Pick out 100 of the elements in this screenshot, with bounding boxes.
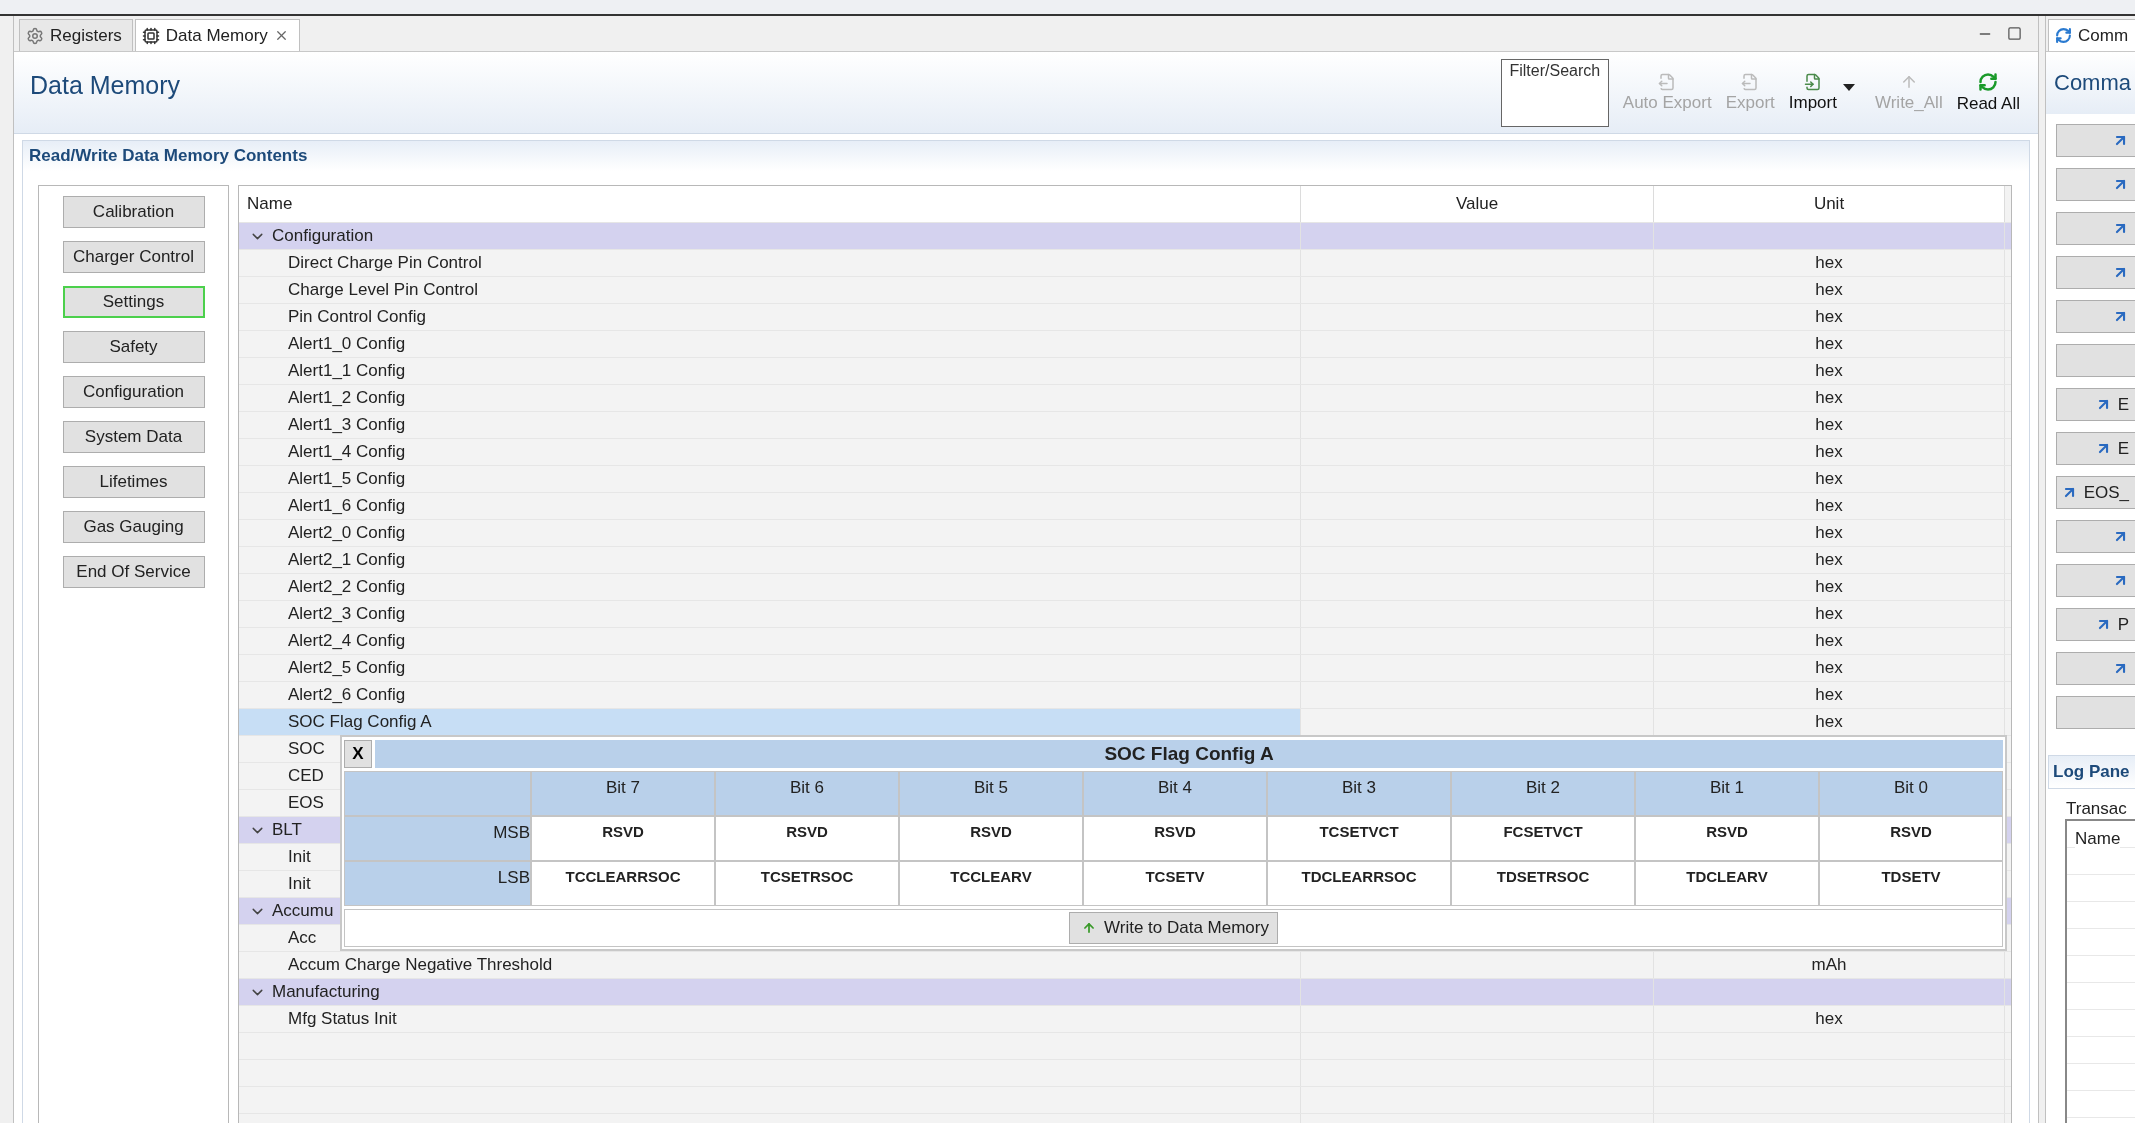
- command-button[interactable]: [2056, 124, 2135, 157]
- category-button[interactable]: Safety: [62, 331, 205, 363]
- bit-header: Bit 6: [716, 772, 898, 815]
- command-button[interactable]: [2056, 344, 2135, 377]
- table-cell[interactable]: Alert1_3 Config: [239, 412, 1301, 438]
- table-cell[interactable]: Alert1_6 Config: [239, 493, 1301, 519]
- category-button[interactable]: Charger Control: [62, 241, 205, 273]
- table-cell[interactable]: Accum Charge Negative Threshold: [239, 952, 1301, 978]
- table-cell[interactable]: Alert1_4 Config: [239, 439, 1301, 465]
- column-header[interactable]: Name: [239, 186, 1301, 222]
- chip-icon: [141, 26, 160, 45]
- toolbar-button[interactable]: Import: [1784, 72, 1841, 113]
- panel-tab[interactable]: Comm: [2048, 19, 2135, 51]
- bit-cell[interactable]: FCSETVCT: [1452, 817, 1634, 860]
- bit-cell[interactable]: RSVD: [532, 817, 714, 860]
- table-cell[interactable]: Alert1_0 Config: [239, 331, 1301, 357]
- close-button[interactable]: X: [344, 740, 372, 768]
- command-button[interactable]: [2056, 652, 2135, 685]
- table-cell[interactable]: Mfg Status Init: [239, 1006, 1301, 1032]
- table-cell: hex: [1654, 493, 2005, 519]
- category-button[interactable]: End Of Service: [62, 556, 205, 588]
- table-cell[interactable]: Pin Control Config: [239, 304, 1301, 330]
- table-cell: mAh: [1654, 952, 2005, 978]
- table-cell: hex: [1654, 331, 2005, 357]
- column-header[interactable]: Value: [1301, 186, 1654, 222]
- table-cell[interactable]: Alert1_5 Config: [239, 466, 1301, 492]
- filter-field[interactable]: Filter/Search: [1500, 58, 1609, 127]
- table-cell[interactable]: Alert2_5 Config: [239, 655, 1301, 681]
- bit-cell[interactable]: TDSETRSOC: [1452, 862, 1634, 905]
- command-button[interactable]: P: [2056, 608, 2135, 641]
- bit-cell[interactable]: RSVD: [716, 817, 898, 860]
- table-cell: hex: [1654, 304, 2005, 330]
- table-cell: hex: [1654, 601, 2005, 627]
- editor-tab[interactable]: Data Memory: [134, 19, 300, 51]
- bit-cell[interactable]: RSVD: [900, 817, 1082, 860]
- toolbar-button[interactable]: Read All: [1952, 71, 2024, 114]
- bit-cell[interactable]: TDCLEARRSOC: [1268, 862, 1450, 905]
- table-cell[interactable]: Alert2_4 Config: [239, 628, 1301, 654]
- table-cell[interactable]: Alert1_2 Config: [239, 385, 1301, 411]
- command-button[interactable]: [2056, 696, 2135, 729]
- group-row[interactable]: Manufacturing: [239, 979, 2011, 1006]
- bit-header: Bit 1: [1636, 772, 1818, 815]
- table-cell: hex: [1654, 520, 2005, 546]
- command-button[interactable]: E: [2056, 388, 2135, 421]
- bit-header: Bit 7: [532, 772, 714, 815]
- bit-cell[interactable]: TCCLEARRSOC: [532, 862, 714, 905]
- command-button[interactable]: [2056, 520, 2135, 553]
- table-cell[interactable]: Alert2_6 Config: [239, 682, 1301, 708]
- command-button[interactable]: [2056, 256, 2135, 289]
- bit-cell[interactable]: RSVD: [1820, 817, 2002, 860]
- bit-cell[interactable]: TCSETRSOC: [716, 862, 898, 905]
- command-button[interactable]: [2056, 300, 2135, 333]
- table-cell: hex: [1654, 412, 2005, 438]
- bit-header: Bit 0: [1820, 772, 2002, 815]
- export-icon: [1658, 72, 1677, 91]
- bit-cell[interactable]: TCSETV: [1084, 862, 1266, 905]
- bit-cell[interactable]: TDCLEARV: [1636, 862, 1818, 905]
- column-header[interactable]: Unit: [1654, 186, 2005, 222]
- bit-cell[interactable]: TDSETV: [1820, 862, 2002, 905]
- category-button[interactable]: Configuration: [62, 376, 205, 408]
- write-button[interactable]: Write to Data Memory: [1069, 912, 1278, 944]
- command-button[interactable]: E: [2056, 432, 2135, 465]
- table-cell[interactable]: Alert2_1 Config: [239, 547, 1301, 573]
- table-cell: hex: [1654, 439, 2005, 465]
- refresh-icon: [1978, 71, 1999, 92]
- popup-title: SOC Flag Config A: [375, 740, 2003, 768]
- bit-cell[interactable]: RSVD: [1084, 817, 1266, 860]
- table-cell[interactable]: Alert1_1 Config: [239, 358, 1301, 384]
- table-cell[interactable]: Alert2_2 Config: [239, 574, 1301, 600]
- table-cell: hex: [1654, 358, 2005, 384]
- group-row[interactable]: Configuration: [239, 223, 2011, 250]
- category-button[interactable]: Lifetimes: [62, 466, 205, 498]
- command-button[interactable]: [2056, 168, 2135, 201]
- table-cell: hex: [1654, 1006, 2005, 1032]
- command-button[interactable]: EOS_: [2056, 476, 2135, 509]
- table-cell[interactable]: Direct Charge Pin Control: [239, 250, 1301, 276]
- maximize-icon[interactable]: [2007, 26, 2022, 41]
- bit-cell[interactable]: TCCLEARV: [900, 862, 1082, 905]
- table-cell: hex: [1654, 574, 2005, 600]
- table-cell[interactable]: SOC Flag Config A: [239, 709, 1301, 735]
- column-header[interactable]: Name: [2075, 829, 2121, 849]
- command-button[interactable]: [2056, 564, 2135, 597]
- category-button[interactable]: Settings: [62, 286, 205, 318]
- category-button[interactable]: System Data: [62, 421, 205, 453]
- category-button[interactable]: Calibration: [62, 196, 205, 228]
- bit-cell[interactable]: RSVD: [1636, 817, 1818, 860]
- table-cell[interactable]: Alert2_3 Config: [239, 601, 1301, 627]
- table-cell[interactable]: Charge Level Pin Control: [239, 277, 1301, 303]
- group-label: Transac: [2066, 799, 2128, 819]
- table-cell[interactable]: Alert2_0 Config: [239, 520, 1301, 546]
- group-label: Accumu: [272, 901, 334, 921]
- editor-tab[interactable]: Registers: [19, 19, 133, 51]
- category-button[interactable]: Gas Gauging: [62, 511, 205, 543]
- command-button[interactable]: [2056, 212, 2135, 245]
- table-cell: hex: [1654, 655, 2005, 681]
- gear-icon: [26, 26, 44, 45]
- table-cell: hex: [1654, 628, 2005, 654]
- panel-splitter[interactable]: [2038, 16, 2046, 1123]
- bit-cell[interactable]: TCSETVCT: [1268, 817, 1450, 860]
- dropdown-caret-icon[interactable]: [1842, 83, 1855, 92]
